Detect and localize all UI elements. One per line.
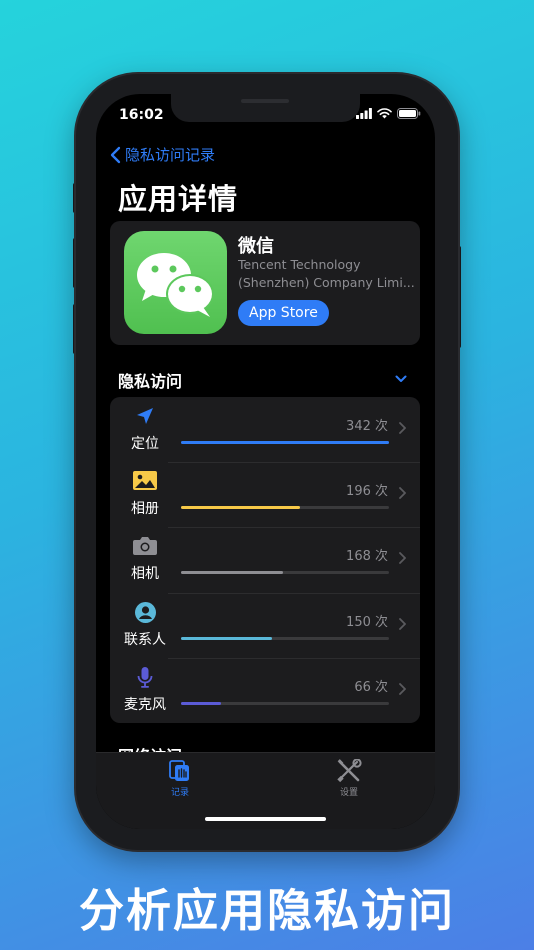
- row-label: 麦克风: [124, 696, 166, 713]
- usage-bar-track: [181, 506, 389, 510]
- usage-bar-track: [181, 441, 389, 444]
- privacy-row-microphone[interactable]: 麦克风 66 次: [110, 657, 420, 723]
- home-indicator[interactable]: [205, 817, 326, 821]
- usage-bar: [181, 636, 273, 640]
- app-store-button[interactable]: App Store: [238, 300, 329, 326]
- contact-icon: [132, 601, 158, 624]
- row-label: 相册: [131, 501, 159, 518]
- privacy-section-title: 隐私访问: [118, 372, 183, 391]
- app-name: 微信: [238, 236, 274, 257]
- camera-icon: [132, 536, 158, 558]
- row-count: 196 次: [346, 484, 388, 500]
- usage-bar-track: [181, 571, 389, 575]
- row-count: 342 次: [346, 419, 388, 434]
- tab-records-label: 记录: [170, 788, 189, 798]
- privacy-row-photos[interactable]: 相册 196 次: [110, 462, 420, 527]
- app-card: 微信 Tencent Technology (Shenzhen) Company…: [110, 221, 420, 345]
- wechat-logo-icon: [137, 253, 214, 317]
- usage-bar: [181, 441, 389, 444]
- tab-records[interactable]: 记录: [150, 757, 210, 798]
- developer-line-1: Tencent Technology: [238, 257, 361, 272]
- row-label: 定位: [131, 436, 159, 452]
- records-hand-icon: [169, 760, 189, 781]
- privacy-row-contacts[interactable]: 联系人 150 次: [110, 592, 420, 658]
- back-label: 隐私访问记录: [125, 146, 216, 164]
- app-developer: Tencent Technology (Shenzhen) Company Li…: [238, 256, 416, 292]
- microphone-icon: [132, 666, 158, 689]
- status-icons: [356, 108, 421, 119]
- speaker: [241, 99, 289, 103]
- chevron-left-icon: [110, 146, 121, 163]
- chevron-down-icon[interactable]: [395, 375, 407, 383]
- photo-icon: [132, 471, 158, 493]
- row-count: 168 次: [346, 549, 388, 565]
- usage-bar-track: [181, 636, 389, 640]
- back-button[interactable]: 隐私访问记录: [110, 144, 215, 165]
- tab-settings-label: 设置: [339, 788, 358, 798]
- wechat-app-icon: [124, 231, 227, 334]
- page-title: 应用详情: [118, 182, 239, 216]
- privacy-row-camera[interactable]: 相机 168 次: [110, 527, 420, 592]
- usage-bar: [181, 506, 301, 510]
- phone-screen: 16:02 隐私访问记录 应用详情 微信 Tencent Technology …: [96, 94, 435, 829]
- chevron-right-icon: [399, 617, 406, 630]
- chevron-right-icon: [399, 682, 406, 695]
- row-label: 相机: [131, 566, 159, 583]
- usage-bar: [181, 701, 222, 705]
- chevron-right-icon: [399, 422, 406, 434]
- promo-caption: 分析应用隐私访问: [78, 884, 455, 937]
- privacy-access-list: 定位 342 次 相册 196 次 相机 168 次 联系人 150 次 麦克风…: [110, 397, 420, 723]
- chevron-right-icon: [399, 552, 406, 565]
- status-time: 16:02: [119, 107, 164, 123]
- tab-settings[interactable]: 设置: [319, 757, 379, 798]
- signal-icon: [356, 108, 372, 119]
- battery-icon: [397, 108, 421, 119]
- chevron-right-icon: [399, 487, 406, 500]
- developer-line-2: (Shenzhen) Company Limi...: [238, 275, 415, 290]
- tools-icon: [337, 759, 362, 783]
- notch: [171, 94, 360, 122]
- wifi-icon: [377, 108, 392, 119]
- row-count: 150 次: [346, 614, 388, 630]
- row-count: 66 次: [354, 679, 388, 695]
- row-label: 联系人: [124, 631, 166, 648]
- privacy-row-location[interactable]: 定位 342 次: [110, 397, 420, 462]
- location-arrow-icon: [132, 406, 158, 428]
- tab-bar: 记录 设置: [96, 752, 435, 829]
- usage-bar: [181, 571, 284, 575]
- usage-bar-track: [181, 701, 389, 705]
